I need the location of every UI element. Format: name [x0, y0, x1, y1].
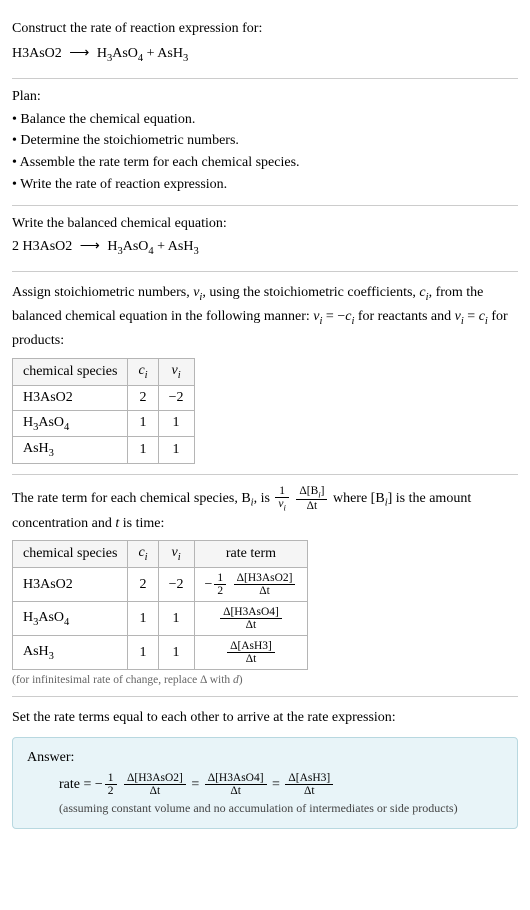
- th-rate: rate term: [194, 541, 308, 568]
- final-section: Set the rate terms equal to each other t…: [12, 697, 518, 839]
- balanced-equation: 2 H3AsO2 ⟶ H3AsO4 + AsH3: [12, 236, 518, 261]
- cell-rate: Δ[H3AsO4]Δt: [194, 602, 308, 636]
- prompt-lhs: H3AsO2: [12, 46, 62, 61]
- table-header-row: chemical species ci νi: [13, 358, 195, 385]
- th-c: ci: [128, 358, 158, 385]
- cell-c: 2: [128, 568, 158, 602]
- answer-equation: rate = −12 Δ[H3AsO2]Δt = Δ[H3AsO4]Δt = Δ…: [27, 772, 503, 797]
- plan-list: Balance the chemical equation. Determine…: [12, 109, 518, 196]
- cell-species: H3AsO2: [13, 385, 128, 410]
- cell-c: 2: [128, 385, 158, 410]
- final-intro: Set the rate terms equal to each other t…: [12, 707, 518, 729]
- th-species: chemical species: [13, 358, 128, 385]
- cell-species: AsH3: [13, 636, 128, 670]
- cell-c: 1: [128, 437, 158, 464]
- plan-item: Assemble the rate term for each chemical…: [12, 152, 518, 174]
- cell-species: H3AsO4: [13, 602, 128, 636]
- fraction: Δ[Bi]Δt: [296, 485, 327, 512]
- rate-term-section: The rate term for each chemical species,…: [12, 475, 518, 697]
- rate-term-caption: (for infinitesimal rate of change, repla…: [12, 674, 518, 686]
- cell-species: AsH3: [13, 437, 128, 464]
- plan-item: Determine the stoichiometric numbers.: [12, 130, 518, 152]
- cell-nu: 1: [158, 437, 194, 464]
- cell-nu: 1: [158, 602, 194, 636]
- cell-rate: Δ[AsH3]Δt: [194, 636, 308, 670]
- answer-note: (assuming constant volume and no accumul…: [27, 801, 503, 816]
- rate-term-table: chemical species ci νi rate term H3AsO2 …: [12, 540, 308, 670]
- arrow-icon: ⟶: [80, 236, 100, 258]
- prompt-equation: H3AsO2 ⟶ H3AsO4 + AsH3: [12, 43, 518, 68]
- answer-box: Answer: rate = −12 Δ[H3AsO2]Δt = Δ[H3AsO…: [12, 737, 518, 829]
- prompt-line1: Construct the rate of reaction expressio…: [12, 18, 518, 39]
- th-nu: νi: [158, 358, 194, 385]
- plan-label: Plan:: [12, 89, 518, 105]
- cell-nu: −2: [158, 385, 194, 410]
- cell-c: 1: [128, 636, 158, 670]
- stoich-table: chemical species ci νi H3AsO2 2 −2 H3AsO…: [12, 358, 195, 464]
- table-row: H3AsO2 2 −2: [13, 385, 195, 410]
- table-row: H3AsO4 1 1: [13, 410, 195, 437]
- balanced-section: Write the balanced chemical equation: 2 …: [12, 206, 518, 272]
- stoich-section: Assign stoichiometric numbers, νi, using…: [12, 272, 518, 475]
- th-nu: νi: [158, 541, 194, 568]
- cell-rate: −12 Δ[H3AsO2]Δt: [194, 568, 308, 602]
- table-row: AsH3 1 1 Δ[AsH3]Δt: [13, 636, 308, 670]
- table-row: H3AsO4 1 1 Δ[H3AsO4]Δt: [13, 602, 308, 636]
- prompt-section: Construct the rate of reaction expressio…: [12, 8, 518, 79]
- cell-nu: −2: [158, 568, 194, 602]
- answer-label: Answer:: [27, 750, 503, 766]
- cell-nu: 1: [158, 636, 194, 670]
- stoich-intro: Assign stoichiometric numbers, νi, using…: [12, 282, 518, 352]
- cell-species: H3AsO2: [13, 568, 128, 602]
- plan-item: Balance the chemical equation.: [12, 109, 518, 131]
- table-row: H3AsO2 2 −2 −12 Δ[H3AsO2]Δt: [13, 568, 308, 602]
- cell-c: 1: [128, 410, 158, 437]
- balanced-label: Write the balanced chemical equation:: [12, 216, 518, 232]
- th-species: chemical species: [13, 541, 128, 568]
- plan-item: Write the rate of reaction expression.: [12, 174, 518, 196]
- cell-c: 1: [128, 602, 158, 636]
- fraction: 1νi: [275, 485, 288, 512]
- table-header-row: chemical species ci νi rate term: [13, 541, 308, 568]
- th-c: ci: [128, 541, 158, 568]
- plan-section: Plan: Balance the chemical equation. Det…: [12, 79, 518, 207]
- prompt-rhs: H3AsO4 + AsH3: [97, 46, 188, 61]
- arrow-icon: ⟶: [69, 43, 89, 65]
- cell-species: H3AsO4: [13, 410, 128, 437]
- table-row: AsH3 1 1: [13, 437, 195, 464]
- cell-nu: 1: [158, 410, 194, 437]
- rate-term-intro: The rate term for each chemical species,…: [12, 485, 518, 534]
